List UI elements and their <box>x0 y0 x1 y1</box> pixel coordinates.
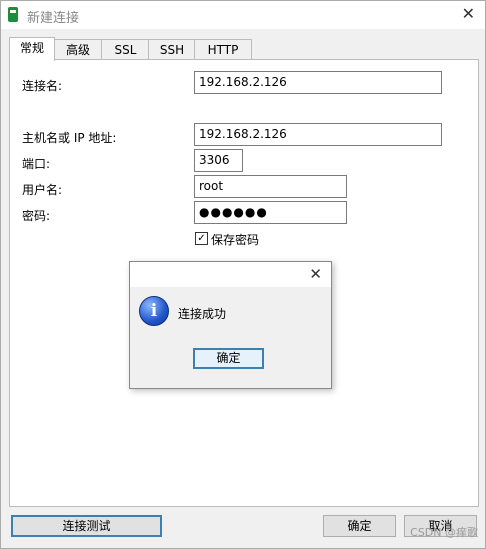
watermark: CSDN @痒歌 <box>410 526 478 539</box>
connection-name-label: 连接名: <box>22 79 63 93</box>
connection-name-field[interactable]: 192.168.2.126 <box>194 71 442 94</box>
port-label: 端口: <box>22 157 51 171</box>
new-connection-window: 新建连接 ✕ 常规 高级 SSL SSH HTTP 连接名: 192.168.2… <box>0 0 486 549</box>
host-field[interactable]: 192.168.2.126 <box>194 123 442 146</box>
tab-ssh[interactable]: SSH <box>148 39 196 60</box>
tab-ssl[interactable]: SSL <box>101 39 150 60</box>
test-connection-button[interactable]: 连接测试 <box>11 515 162 537</box>
app-icon <box>8 7 18 22</box>
host-label: 主机名或 IP 地址: <box>22 131 117 145</box>
message-dialog: ✕ i 连接成功 确定 <box>129 261 332 389</box>
tab-general[interactable]: 常规 <box>9 37 55 61</box>
username-field[interactable]: root <box>194 175 347 198</box>
dialog-title-bar: ✕ <box>130 262 331 287</box>
tab-http[interactable]: HTTP <box>194 39 252 60</box>
window-title: 新建连接 <box>27 11 80 26</box>
checkbox-check-icon[interactable]: ✓ <box>195 232 208 245</box>
title-bar: 新建连接 ✕ <box>1 1 485 29</box>
close-icon[interactable]: ✕ <box>462 5 475 23</box>
port-field[interactable]: 3306 <box>194 149 243 172</box>
info-icon: i <box>139 296 169 326</box>
password-field[interactable]: ●●●●●● <box>194 201 347 224</box>
info-icon-glyph: i <box>150 301 158 321</box>
dialog-message: 连接成功 <box>178 307 227 321</box>
close-icon[interactable]: ✕ <box>309 265 322 283</box>
ok-button[interactable]: 确定 <box>323 515 396 537</box>
save-password-label: 保存密码 <box>211 233 260 247</box>
username-label: 用户名: <box>22 183 63 197</box>
password-label: 密码: <box>22 209 51 223</box>
tab-advanced[interactable]: 高级 <box>53 39 103 60</box>
dialog-ok-button[interactable]: 确定 <box>193 348 264 369</box>
